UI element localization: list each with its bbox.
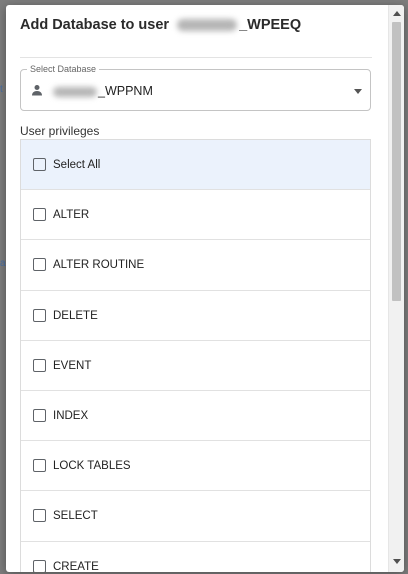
privileges-list: Select All ALTER ALTER ROUTINE DELETE EV… [20,139,371,572]
privilege-label: ALTER ROUTINE [53,259,145,272]
privilege-label: LOCK TABLES [53,460,131,473]
privilege-label: CREATE [53,560,99,573]
redacted-username [177,19,238,32]
privilege-label: EVENT [53,359,92,372]
add-database-dialog: Add Database to user _WPEEQ Select Datab… [6,5,404,572]
privilege-alter[interactable]: ALTER [21,190,370,241]
scroll-down-arrow-icon[interactable] [393,559,401,564]
person-icon [31,83,43,101]
privilege-label: Select All [53,159,101,171]
checkbox-alter-routine[interactable] [33,258,46,272]
checkbox-create[interactable] [33,559,46,572]
select-database-label: Select Database [27,64,100,74]
title-divider [20,57,372,58]
privilege-lock-tables[interactable]: LOCK TABLES [21,441,370,492]
privilege-event[interactable]: EVENT [21,341,370,391]
checkbox-event[interactable] [33,358,46,372]
dialog-title: Add Database to user _WPEEQ [20,17,301,33]
privilege-label: SELECT [53,510,98,523]
privilege-select[interactable]: SELECT [21,491,370,542]
checkbox-index[interactable] [33,408,46,422]
privilege-alter-routine[interactable]: ALTER ROUTINE [21,240,370,291]
checkbox-alter[interactable] [33,208,46,222]
privilege-create[interactable]: CREATE [21,542,370,573]
privilege-label: ALTER [53,209,90,222]
select-value-suffix: _WPPNM [98,84,153,98]
checkbox-select[interactable] [33,509,46,523]
dialog-title-suffix: _WPEEQ [239,17,302,33]
select-database-dropdown[interactable]: Select Database _WPPNM [20,64,371,111]
privilege-label: DELETE [53,309,98,322]
dialog-scrollbar[interactable] [388,5,404,572]
dialog-content: Add Database to user _WPEEQ Select Datab… [6,5,386,572]
checkbox-delete[interactable] [33,308,46,322]
chevron-down-icon[interactable] [354,89,362,94]
privilege-index[interactable]: INDEX [21,391,370,442]
dialog-title-prefix: Add Database to user [20,17,174,33]
redacted-database-name [53,86,97,97]
privilege-select-all[interactable]: Select All [21,140,370,191]
privilege-label: INDEX [53,409,89,422]
scroll-up-arrow-icon[interactable] [393,11,401,16]
scrollbar-thumb[interactable] [392,22,401,301]
checkbox-lock-tables[interactable] [33,459,46,473]
privilege-delete[interactable]: DELETE [21,291,370,341]
user-privileges-label: User privileges [20,124,100,138]
checkbox-select-all[interactable] [33,158,46,171]
select-database-value: _WPPNM [53,84,153,98]
